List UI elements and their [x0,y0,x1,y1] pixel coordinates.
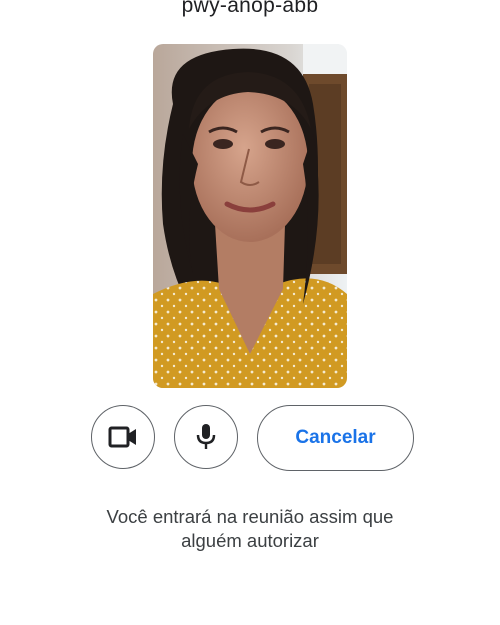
meeting-code: pwy-anop-abb [181,0,319,17]
cancel-button[interactable]: Cancelar [257,405,414,471]
video-camera-icon [108,426,136,448]
microphone-icon [196,424,216,449]
microphone-toggle-button[interactable] [174,405,238,469]
video-frame-image [153,44,347,388]
waiting-message: Você entrará na reunião assim que alguém… [60,505,440,553]
waiting-message-line-1: Você entrará na reunião assim que [106,506,394,527]
waiting-message-line-2: alguém autorizar [181,530,319,551]
self-video-preview [153,44,347,388]
waiting-room-screen: pwy-anop-abb Cancelar Você entrará na re… [0,0,500,625]
call-controls: Cancelar [0,405,500,471]
camera-toggle-button[interactable] [91,405,155,469]
